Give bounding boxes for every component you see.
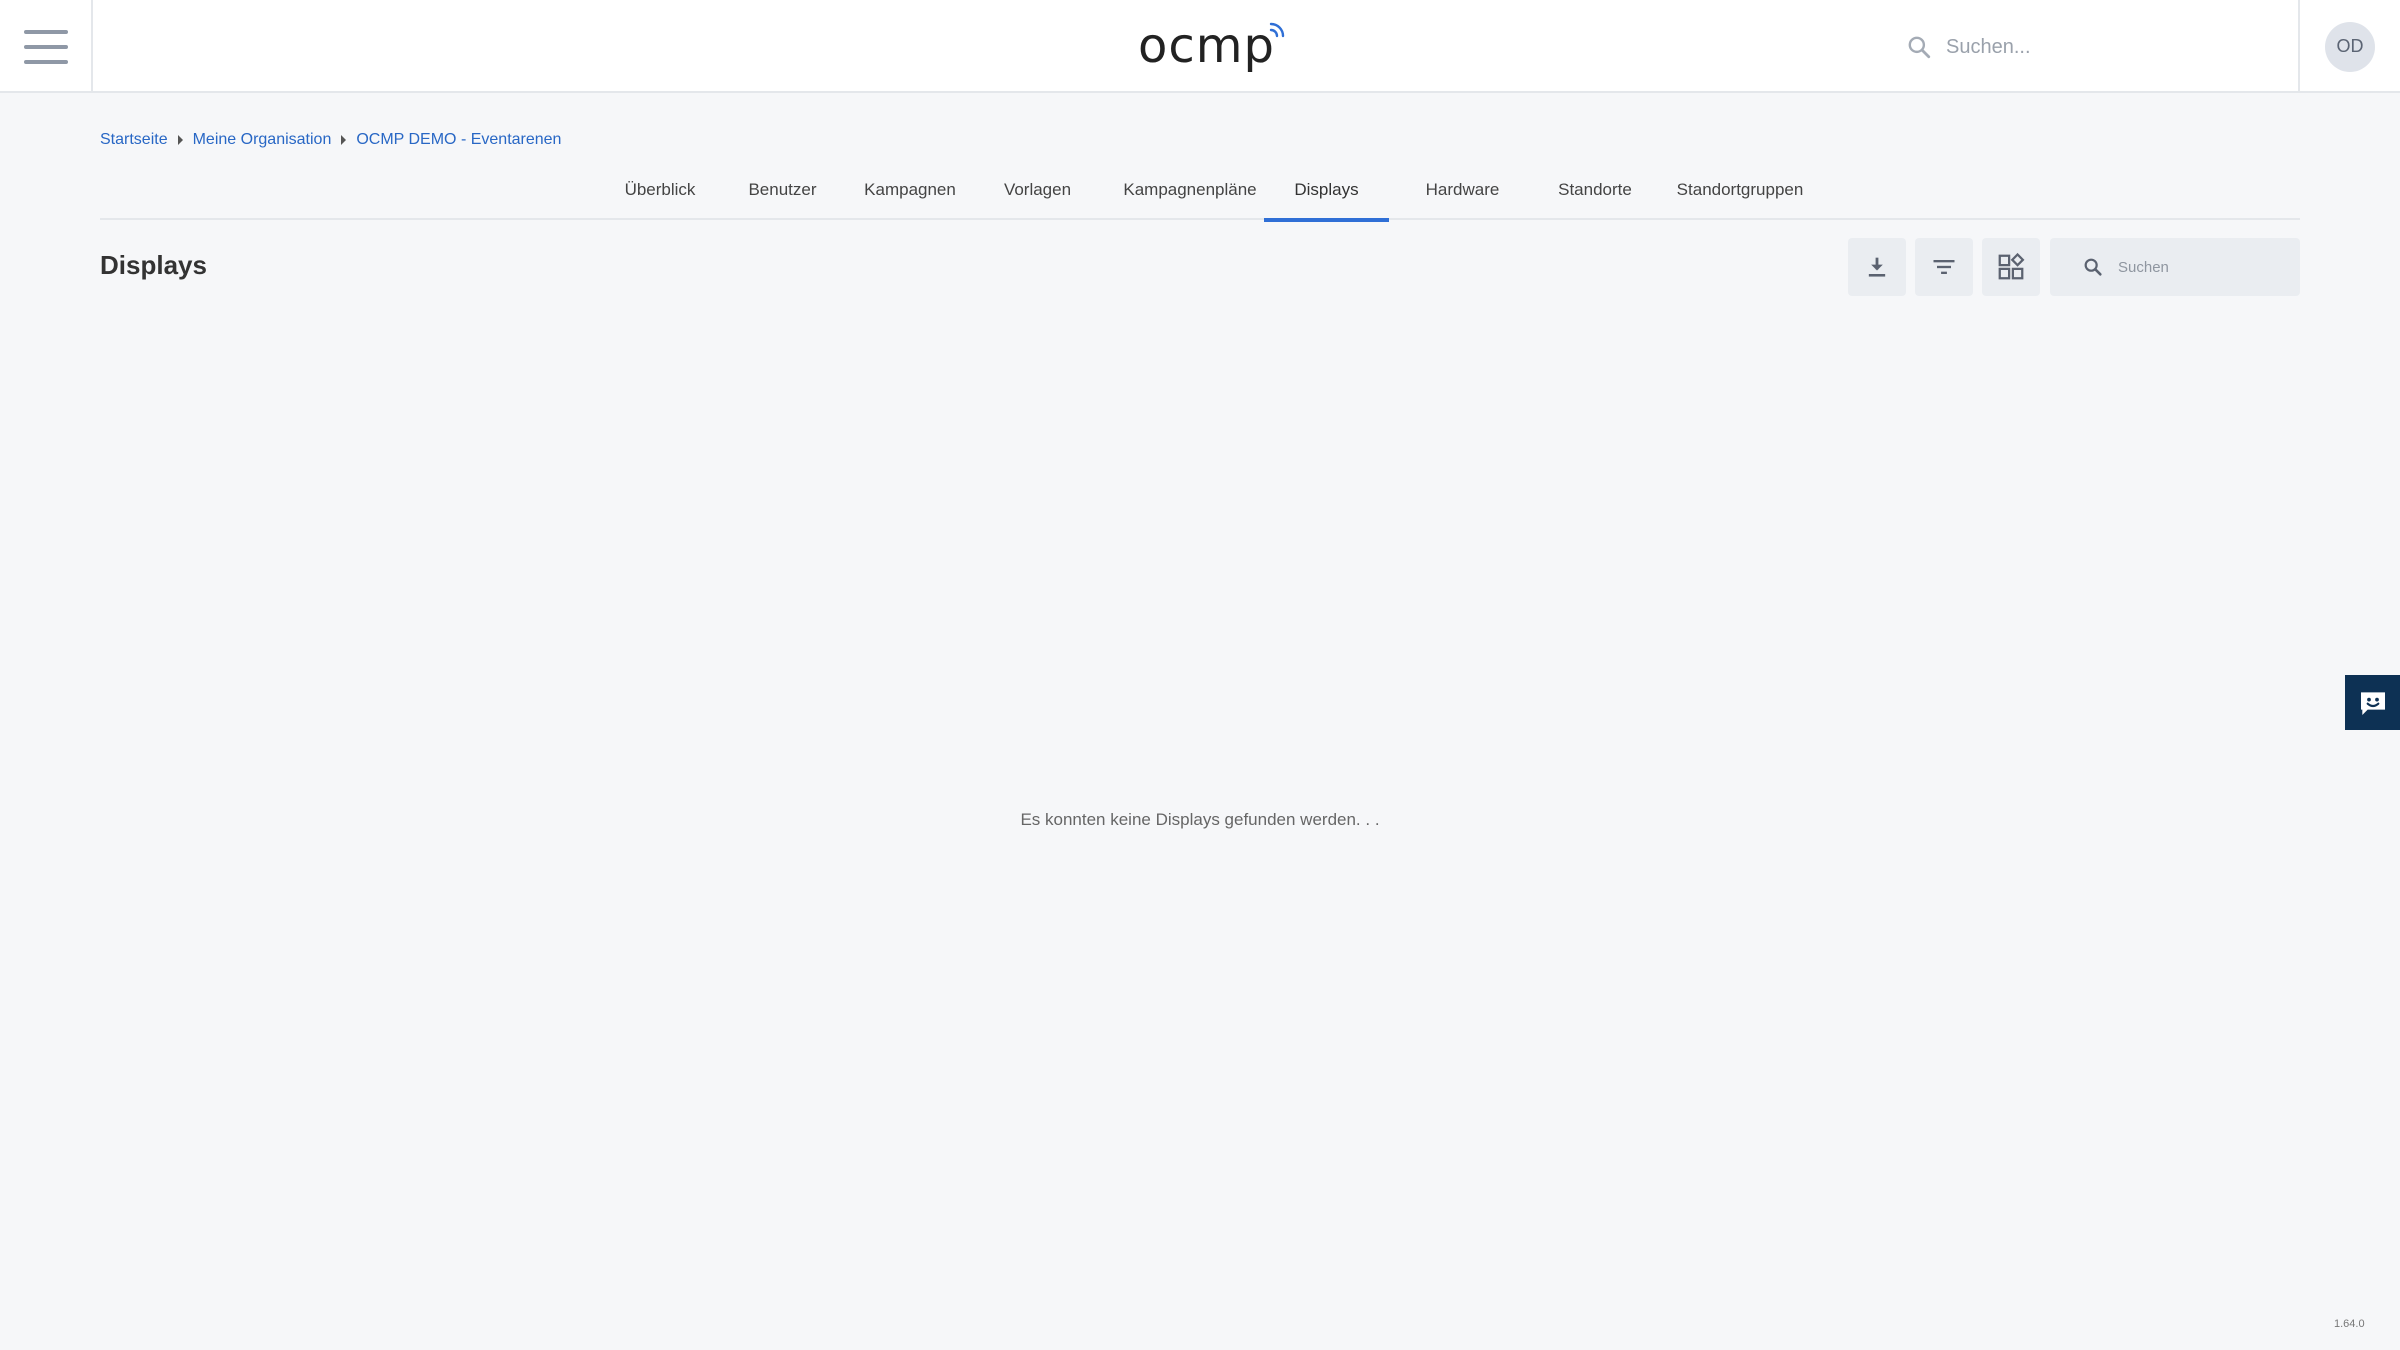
breadcrumb-current[interactable]: OCMP DEMO - Eventarenen: [356, 131, 561, 149]
global-search-input[interactable]: [1946, 35, 2246, 59]
menu-button[interactable]: [0, 0, 93, 93]
download-button[interactable]: [1848, 238, 1906, 296]
avatar[interactable]: OD: [2325, 21, 2375, 72]
page-title: Displays: [100, 250, 207, 280]
filter-button[interactable]: [1915, 238, 1973, 296]
logo[interactable]: ocmp: [1138, 18, 1287, 74]
global-search: [1906, 26, 2266, 68]
version-label: 1.64.0: [2334, 1318, 2365, 1330]
tab-overview[interactable]: Überblick: [610, 160, 710, 220]
tab-campaign-plans[interactable]: Kampagnenpläne: [1110, 160, 1270, 220]
logo-text: ocmp: [1138, 18, 1275, 74]
breadcrumb-chevron-icon: [177, 135, 183, 145]
tab-displays[interactable]: Displays: [1264, 160, 1389, 222]
tab-campaigns[interactable]: Kampagnen: [855, 160, 965, 220]
grid-view-icon: [1998, 252, 2025, 280]
signal-icon: [1269, 22, 1285, 38]
search-icon: [2084, 258, 2102, 276]
view-toggle-button[interactable]: [1982, 238, 2040, 296]
user-menu: OD: [2298, 0, 2400, 93]
breadcrumb-organisation[interactable]: Meine Organisation: [193, 131, 332, 149]
tab-hardware[interactable]: Hardware: [1405, 160, 1520, 220]
empty-state-message: Es konnten keine Displays gefunden werde…: [1020, 810, 1380, 829]
tab-users[interactable]: Benutzer: [735, 160, 830, 220]
feedback-button[interactable]: [2345, 675, 2400, 730]
top-header: ocmp OD: [0, 0, 2400, 93]
tab-locations[interactable]: Standorte: [1535, 160, 1655, 220]
filter-icon: [1933, 260, 1955, 274]
hamburger-icon: [23, 29, 68, 64]
displays-search: [2050, 238, 2300, 296]
chat-smile-icon: [2360, 691, 2385, 715]
download-icon: [1868, 257, 1886, 277]
tab-location-groups[interactable]: Standortgruppen: [1660, 160, 1820, 220]
breadcrumb-home[interactable]: Startseite: [100, 131, 168, 149]
tab-templates[interactable]: Vorlagen: [990, 160, 1085, 220]
displays-search-input[interactable]: [2118, 258, 2298, 276]
breadcrumb-chevron-icon: [341, 135, 347, 145]
breadcrumb: Startseite Meine Organisation OCMP DEMO …: [100, 131, 561, 149]
tab-bar: Überblick Benutzer Kampagnen Vorlagen Ka…: [100, 160, 2300, 222]
search-icon: [1908, 36, 1931, 59]
